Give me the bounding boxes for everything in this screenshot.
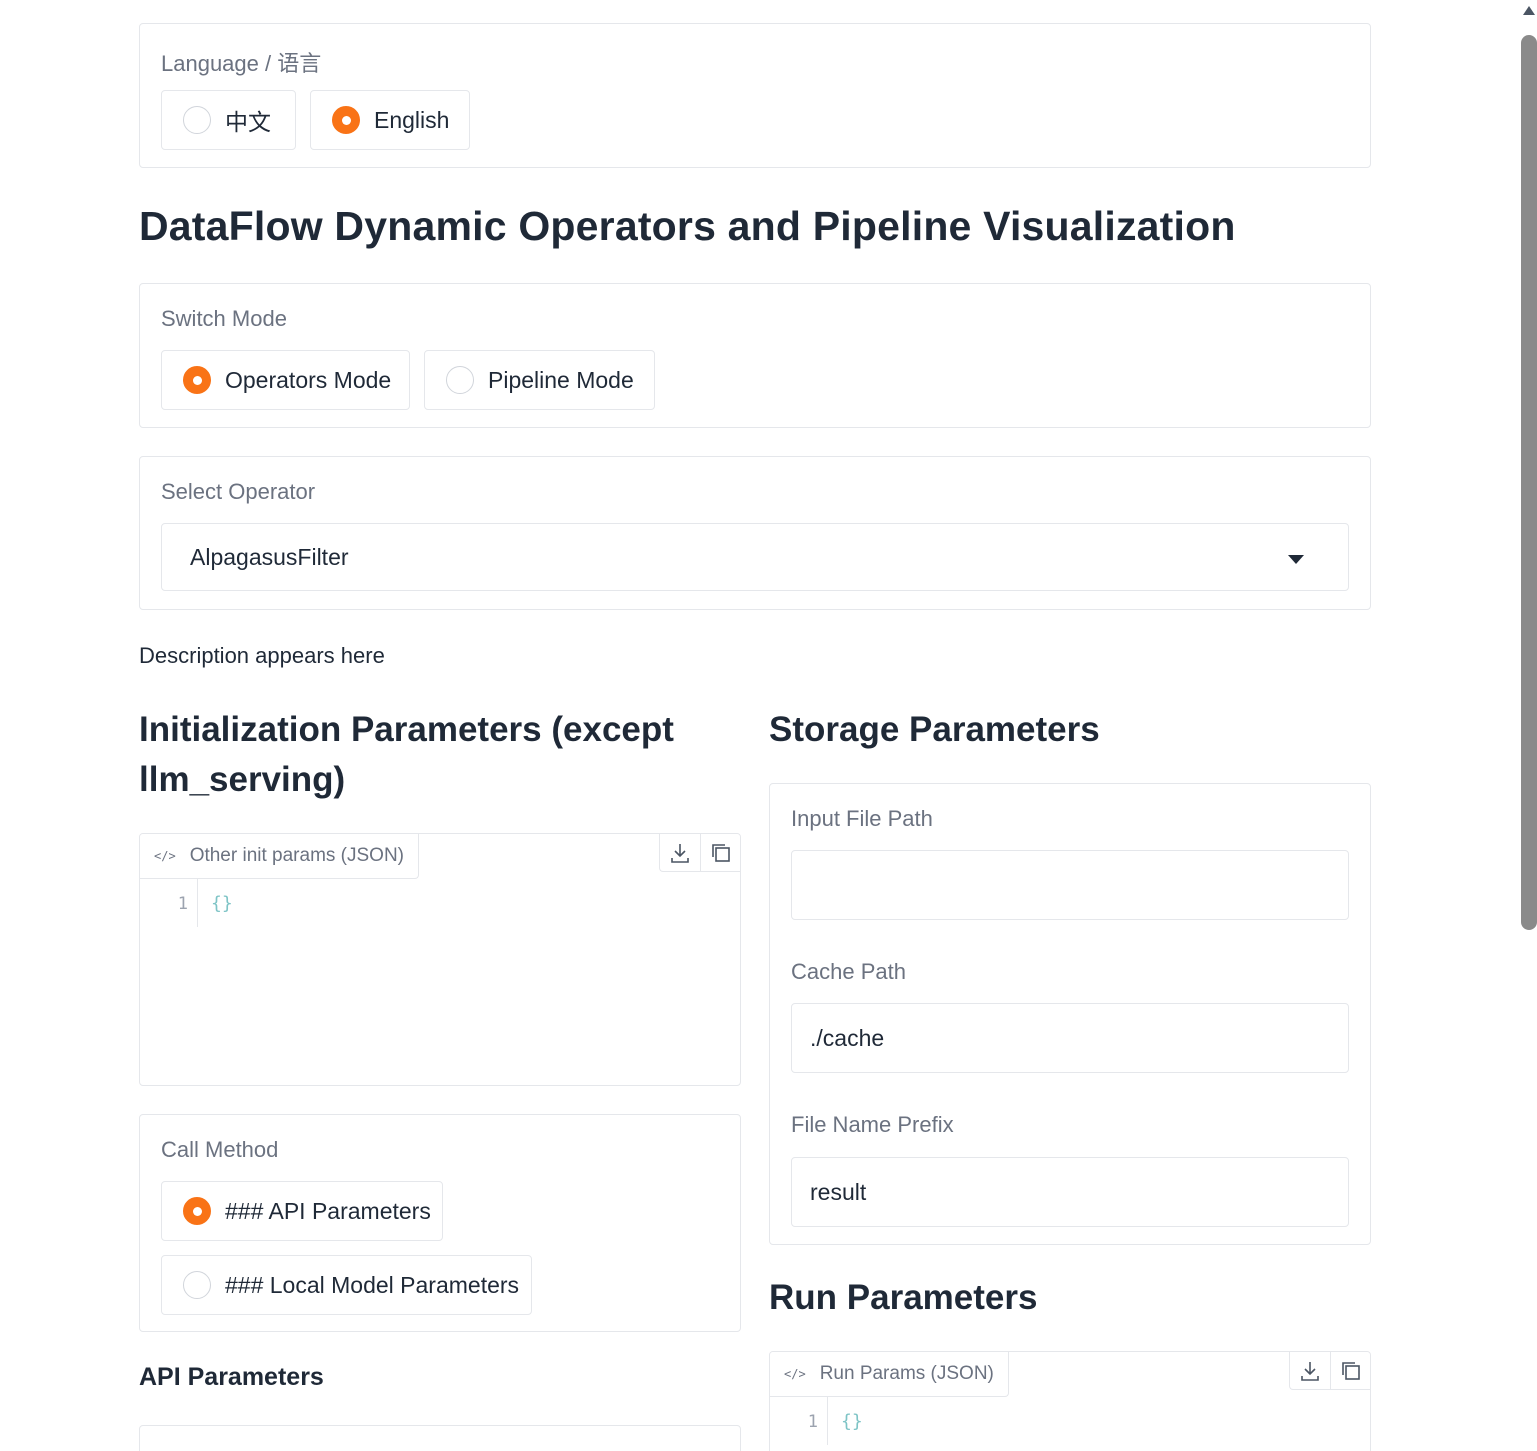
code-icon: </> (784, 1367, 806, 1381)
radio-unselected-icon (446, 366, 474, 394)
run-params-editor-label: </> Run Params (JSON) (770, 1352, 1009, 1397)
page-title: DataFlow Dynamic Operators and Pipeline … (139, 203, 1236, 249)
call-method-option-local[interactable]: ### Local Model Parameters (161, 1255, 532, 1315)
api-params-block (139, 1425, 741, 1451)
scroll-up-arrow-icon[interactable] (1523, 6, 1535, 15)
language-option-english[interactable]: English (310, 90, 470, 150)
call-method-label: Call Method (161, 1137, 279, 1162)
code-icon: </> (154, 849, 176, 863)
language-block: Language / 语言 中文 English (139, 23, 1371, 168)
radio-selected-icon (183, 1197, 211, 1225)
init-params-editor-actions (659, 834, 740, 872)
init-params-editor-title: Other init params (JSON) (189, 845, 405, 866)
file-name-prefix-label: File Name Prefix (791, 1112, 954, 1137)
mode-option-pipeline[interactable]: Pipeline Mode (424, 350, 655, 410)
input-file-path-field[interactable] (791, 850, 1349, 920)
copy-icon[interactable] (700, 834, 740, 872)
gutter-divider (197, 879, 198, 927)
storage-params-heading: Storage Parameters (769, 710, 1100, 749)
call-method-option-label: ### API Parameters (225, 1197, 431, 1224)
line-number: 1 (177, 894, 188, 914)
language-label: Language / 语言 (161, 51, 322, 76)
input-file-path-label: Input File Path (791, 806, 933, 831)
gutter-divider (827, 1397, 828, 1445)
run-params-editor[interactable]: </> Run Params (JSON) 1 {} (769, 1351, 1371, 1451)
line-number: 1 (807, 1412, 818, 1432)
radio-unselected-icon (183, 1271, 211, 1299)
switch-mode-label: Switch Mode (161, 306, 287, 331)
call-method-option-api[interactable]: ### API Parameters (161, 1181, 443, 1241)
scrollbar-thumb[interactable] (1521, 35, 1537, 930)
init-params-editor-label: </> Other init params (JSON) (140, 834, 420, 879)
operator-description: Description appears here (139, 643, 385, 668)
run-params-editor-actions (1289, 1352, 1370, 1390)
select-operator-block: Select Operator AlpagasusFilter (139, 456, 1371, 610)
language-option-label: 中文 (225, 109, 271, 135)
run-params-heading: Run Parameters (769, 1278, 1038, 1317)
operator-dropdown[interactable]: AlpagasusFilter (161, 523, 1349, 591)
mode-option-operators[interactable]: Operators Mode (161, 350, 410, 410)
cache-path-field[interactable]: ./cache (791, 1003, 1349, 1073)
switch-mode-block: Switch Mode Operators Mode Pipeline Mode (139, 283, 1371, 428)
storage-params-block: Input File Path Cache Path ./cache File … (769, 783, 1371, 1245)
init-params-code[interactable]: {} (211, 892, 233, 916)
cache-path-label: Cache Path (791, 959, 906, 984)
download-icon[interactable] (660, 834, 700, 872)
run-params-code[interactable]: {} (841, 1410, 863, 1434)
language-option-chinese[interactable]: 中文 (161, 90, 296, 150)
mode-option-label: Pipeline Mode (488, 366, 634, 393)
select-operator-label: Select Operator (161, 479, 316, 504)
operator-dropdown-value: AlpagasusFilter (190, 543, 349, 570)
file-name-prefix-field[interactable]: result (791, 1157, 1349, 1227)
radio-unselected-icon (183, 106, 211, 134)
copy-icon[interactable] (1330, 1352, 1370, 1390)
page-scrollbar[interactable] (1521, 0, 1537, 1451)
init-params-heading: Initialization Parameters (except llm_se… (139, 710, 674, 799)
radio-selected-icon (183, 366, 211, 394)
call-method-option-label: ### Local Model Parameters (225, 1271, 520, 1298)
call-method-block: Call Method ### API Parameters ### Local… (139, 1114, 741, 1332)
mode-option-label: Operators Mode (225, 366, 392, 393)
language-option-label: English (374, 106, 450, 133)
radio-selected-icon (332, 106, 360, 134)
chevron-down-icon (1288, 555, 1304, 564)
run-params-editor-title: Run Params (JSON) (819, 1363, 994, 1384)
download-icon[interactable] (1290, 1352, 1330, 1390)
init-params-editor[interactable]: </> Other init params (JSON) 1 {} (139, 833, 741, 1086)
api-params-heading: API Parameters (139, 1363, 324, 1391)
